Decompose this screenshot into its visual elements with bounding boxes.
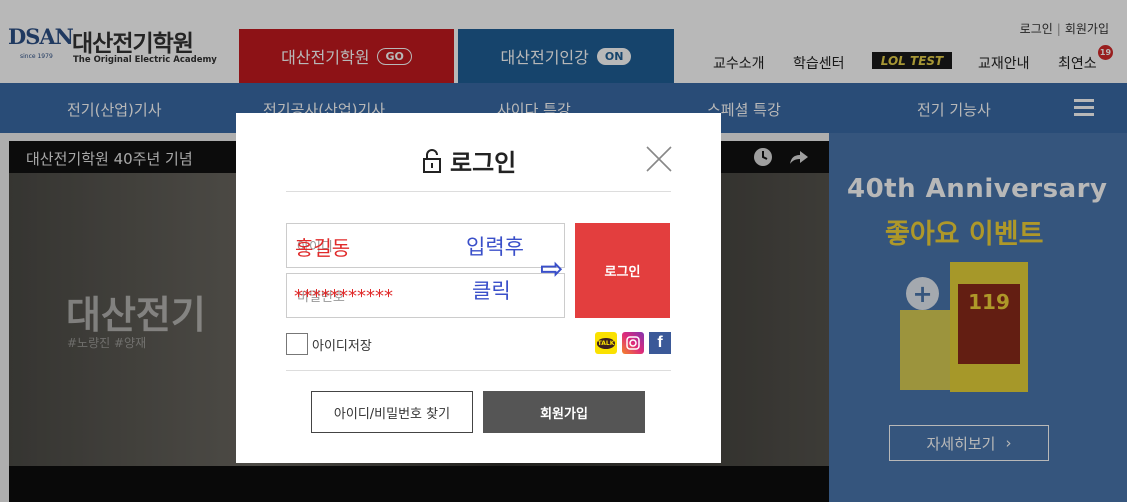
facebook-icon[interactable]: f (649, 332, 671, 354)
lock-icon (423, 148, 441, 173)
find-id-password-button[interactable]: 아이디/비밀번호 찾기 (311, 391, 473, 433)
instagram-icon[interactable] (622, 332, 644, 354)
login-title-text: 로그인 (450, 149, 517, 177)
title-divider (286, 191, 671, 192)
kakaotalk-icon[interactable]: TALK (595, 332, 617, 354)
annotation-arrow-icon: ⇨ (540, 252, 564, 285)
join-button[interactable]: 회원가입 (483, 391, 645, 433)
annotation-password: *********** (294, 286, 393, 307)
annotation-instruction-input: 입력후 (466, 235, 524, 259)
kakao-label: TALK (596, 337, 616, 349)
close-icon[interactable] (646, 146, 672, 172)
annotation-name: 홍길동 (295, 236, 351, 260)
login-submit-button[interactable]: 로그인 (575, 223, 670, 318)
save-id-checkbox[interactable] (286, 333, 308, 355)
bottom-divider (286, 370, 671, 371)
login-modal-title: 로그인 (422, 143, 516, 178)
annotation-instruction-click: 클릭 (472, 279, 511, 303)
save-id-label[interactable]: 아이디저장 (312, 335, 372, 354)
